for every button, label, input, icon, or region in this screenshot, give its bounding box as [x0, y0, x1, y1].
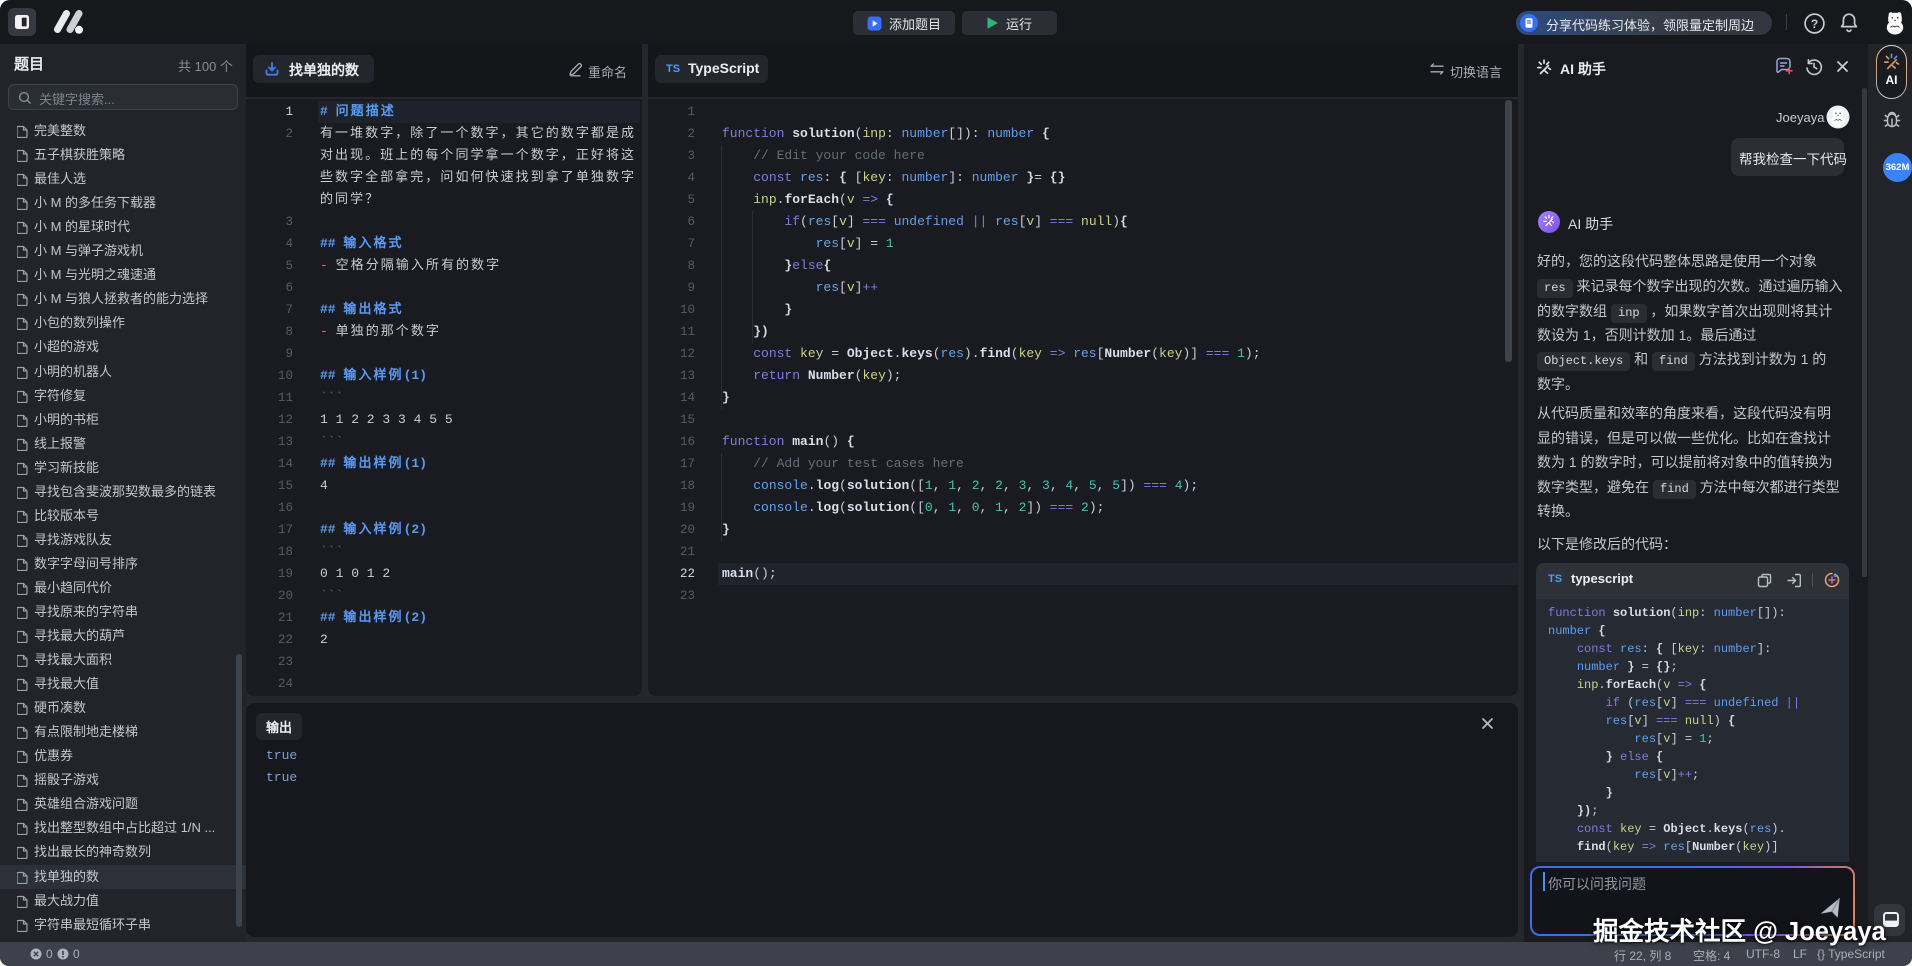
svg-text:?: ?	[1811, 17, 1818, 31]
